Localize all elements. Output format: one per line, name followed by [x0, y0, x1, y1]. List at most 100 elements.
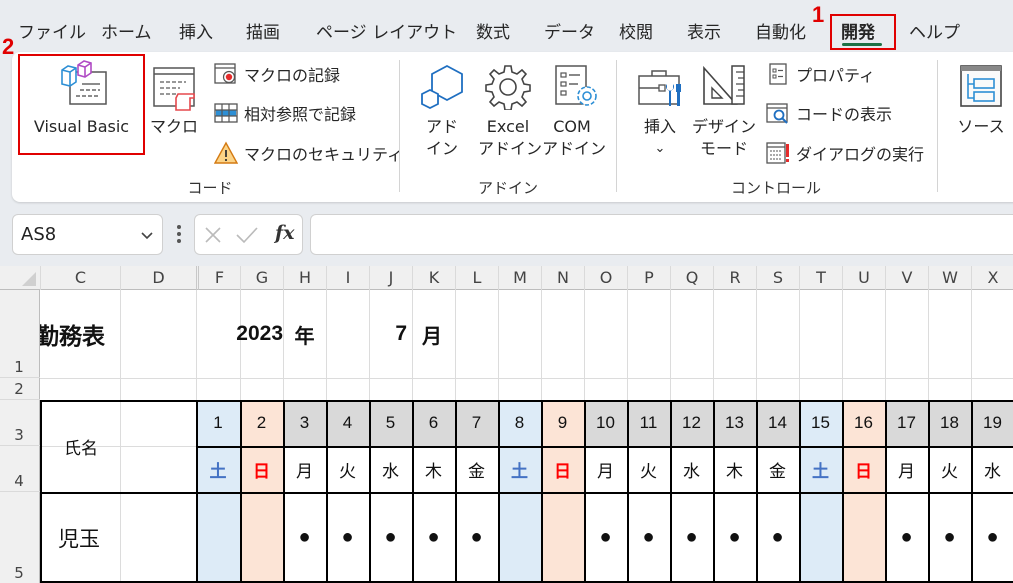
month-value[interactable]: 7 — [326, 290, 407, 378]
weekday-cell[interactable]: 金 — [756, 446, 799, 492]
name-header[interactable]: 氏名 — [40, 400, 196, 492]
day-number-cell[interactable]: 5 — [369, 400, 412, 446]
column-header-r[interactable]: R — [713, 266, 756, 290]
select-all-icon[interactable] — [20, 270, 38, 288]
insert-function-icon[interactable]: fx — [275, 222, 295, 244]
weekday-cell[interactable]: 土 — [498, 446, 541, 492]
attendance-mark-cell[interactable] — [240, 492, 283, 583]
attendance-mark-cell[interactable]: ● — [283, 492, 326, 583]
column-header-c[interactable]: C — [40, 266, 120, 290]
column-header-v[interactable]: V — [885, 266, 928, 290]
tab-home[interactable]: ホーム — [101, 18, 152, 43]
properties-button[interactable]: プロパティ — [766, 62, 875, 86]
column-header-q[interactable]: Q — [670, 266, 713, 290]
tab-view[interactable]: 表示 — [687, 18, 721, 43]
day-number-cell[interactable]: 3 — [283, 400, 326, 446]
row-header-4[interactable]: 4 — [0, 446, 40, 492]
attendance-mark-cell[interactable]: ● — [713, 492, 756, 583]
weekday-cell[interactable]: 水 — [971, 446, 1013, 492]
day-number-cell[interactable]: 19 — [971, 400, 1013, 446]
day-number-cell[interactable]: 13 — [713, 400, 756, 446]
attendance-mark-cell[interactable] — [842, 492, 885, 583]
day-number-cell[interactable]: 6 — [412, 400, 455, 446]
day-number-cell[interactable]: 17 — [885, 400, 928, 446]
attendance-mark-cell[interactable]: ● — [971, 492, 1013, 583]
attendance-mark-cell[interactable]: ● — [326, 492, 369, 583]
column-header-o[interactable]: O — [584, 266, 627, 290]
attendance-mark-cell[interactable]: ● — [412, 492, 455, 583]
weekday-cell[interactable]: 火 — [928, 446, 971, 492]
xml-source-button[interactable]: ソース — [950, 60, 1012, 150]
attendance-mark-cell[interactable] — [196, 492, 240, 583]
day-number-cell[interactable]: 11 — [627, 400, 670, 446]
weekday-cell[interactable]: 月 — [584, 446, 627, 492]
weekday-cell[interactable]: 日 — [842, 446, 885, 492]
view-code-button[interactable]: コードの表示 — [766, 101, 892, 125]
run-dialog-button[interactable]: ダイアログの実行 — [766, 141, 924, 165]
attendance-mark-cell[interactable]: ● — [455, 492, 498, 583]
macros-button[interactable]: マクロ — [150, 60, 198, 150]
sheet-title[interactable]: 勤務表 — [40, 290, 140, 378]
column-header-g[interactable]: G — [240, 266, 283, 290]
weekday-cell[interactable]: 日 — [240, 446, 283, 492]
attendance-mark-cell[interactable]: ● — [627, 492, 670, 583]
weekday-cell[interactable]: 木 — [713, 446, 756, 492]
weekday-cell[interactable]: 月 — [885, 446, 928, 492]
day-number-cell[interactable]: 7 — [455, 400, 498, 446]
day-number-cell[interactable]: 2 — [240, 400, 283, 446]
use-relative-references-button[interactable]: 相対参照で記録 — [214, 101, 356, 125]
attendance-mark-cell[interactable] — [541, 492, 584, 583]
attendance-mark-cell[interactable]: ● — [670, 492, 713, 583]
tab-automate[interactable]: 自動化 — [755, 18, 806, 43]
name-box[interactable]: AS8 — [12, 214, 163, 255]
insert-controls-button[interactable]: 挿入 ⌄ — [634, 60, 686, 160]
day-number-cell[interactable]: 18 — [928, 400, 971, 446]
tab-page-layout[interactable]: ページ レイアウト — [316, 18, 457, 43]
attendance-mark-cell[interactable] — [799, 492, 842, 583]
weekday-cell[interactable]: 月 — [283, 446, 326, 492]
enter-check-icon[interactable] — [235, 225, 259, 245]
column-header-m[interactable]: M — [498, 266, 541, 290]
attendance-mark-cell[interactable]: ● — [584, 492, 627, 583]
weekday-cell[interactable]: 火 — [627, 446, 670, 492]
day-number-cell[interactable]: 12 — [670, 400, 713, 446]
row-header-3[interactable]: 3 — [0, 400, 40, 446]
record-macro-button[interactable]: マクロの記録 — [214, 62, 340, 86]
weekday-cell[interactable]: 木 — [412, 446, 455, 492]
weekday-cell[interactable]: 水 — [670, 446, 713, 492]
cancel-icon[interactable] — [203, 225, 223, 245]
attendance-mark-cell[interactable] — [498, 492, 541, 583]
column-header-k[interactable]: K — [412, 266, 455, 290]
weekday-cell[interactable]: 火 — [326, 446, 369, 492]
attendance-mark-cell[interactable]: ● — [885, 492, 928, 583]
day-number-cell[interactable]: 14 — [756, 400, 799, 446]
year-value[interactable]: 2023 — [200, 290, 283, 378]
column-header-d[interactable]: D — [120, 266, 196, 290]
com-addins-button[interactable]: COM アドイン — [542, 60, 606, 160]
more-options-icon[interactable] — [176, 224, 182, 244]
row-header-2[interactable]: 2 — [0, 378, 40, 400]
column-header-p[interactable]: P — [627, 266, 670, 290]
weekday-cell[interactable]: 金 — [455, 446, 498, 492]
column-header-j[interactable]: J — [369, 266, 412, 290]
column-header-x[interactable]: X — [971, 266, 1013, 290]
chevron-down-icon[interactable] — [140, 229, 154, 243]
tab-review[interactable]: 校閲 — [619, 18, 653, 43]
employee-name[interactable]: 児玉 — [40, 492, 196, 583]
weekday-cell[interactable]: 水 — [369, 446, 412, 492]
weekday-cell[interactable]: 日 — [541, 446, 584, 492]
worksheet-grid[interactable]: 勤務表 2023 年 7 月 氏名 児玉 1 土 2 日 3 月 ● 4 火 ● 5 水 ● 6 木 ● 7 金 ●… — [40, 290, 1013, 583]
tab-file[interactable]: ファイル — [18, 18, 86, 43]
addins-button[interactable]: アド イン — [414, 60, 470, 160]
attendance-mark-cell[interactable]: ● — [756, 492, 799, 583]
day-number-cell[interactable]: 10 — [584, 400, 627, 446]
row-header-1[interactable]: 1 — [0, 290, 40, 378]
column-header-w[interactable]: W — [928, 266, 971, 290]
macro-security-button[interactable]: マクロのセキュリティ — [214, 141, 403, 165]
formula-input[interactable] — [310, 214, 1013, 255]
day-number-cell[interactable]: 16 — [842, 400, 885, 446]
column-header-h[interactable]: H — [283, 266, 326, 290]
attendance-mark-cell[interactable]: ● — [928, 492, 971, 583]
attendance-mark-cell[interactable]: ● — [369, 492, 412, 583]
tab-insert[interactable]: 挿入 — [179, 18, 213, 43]
